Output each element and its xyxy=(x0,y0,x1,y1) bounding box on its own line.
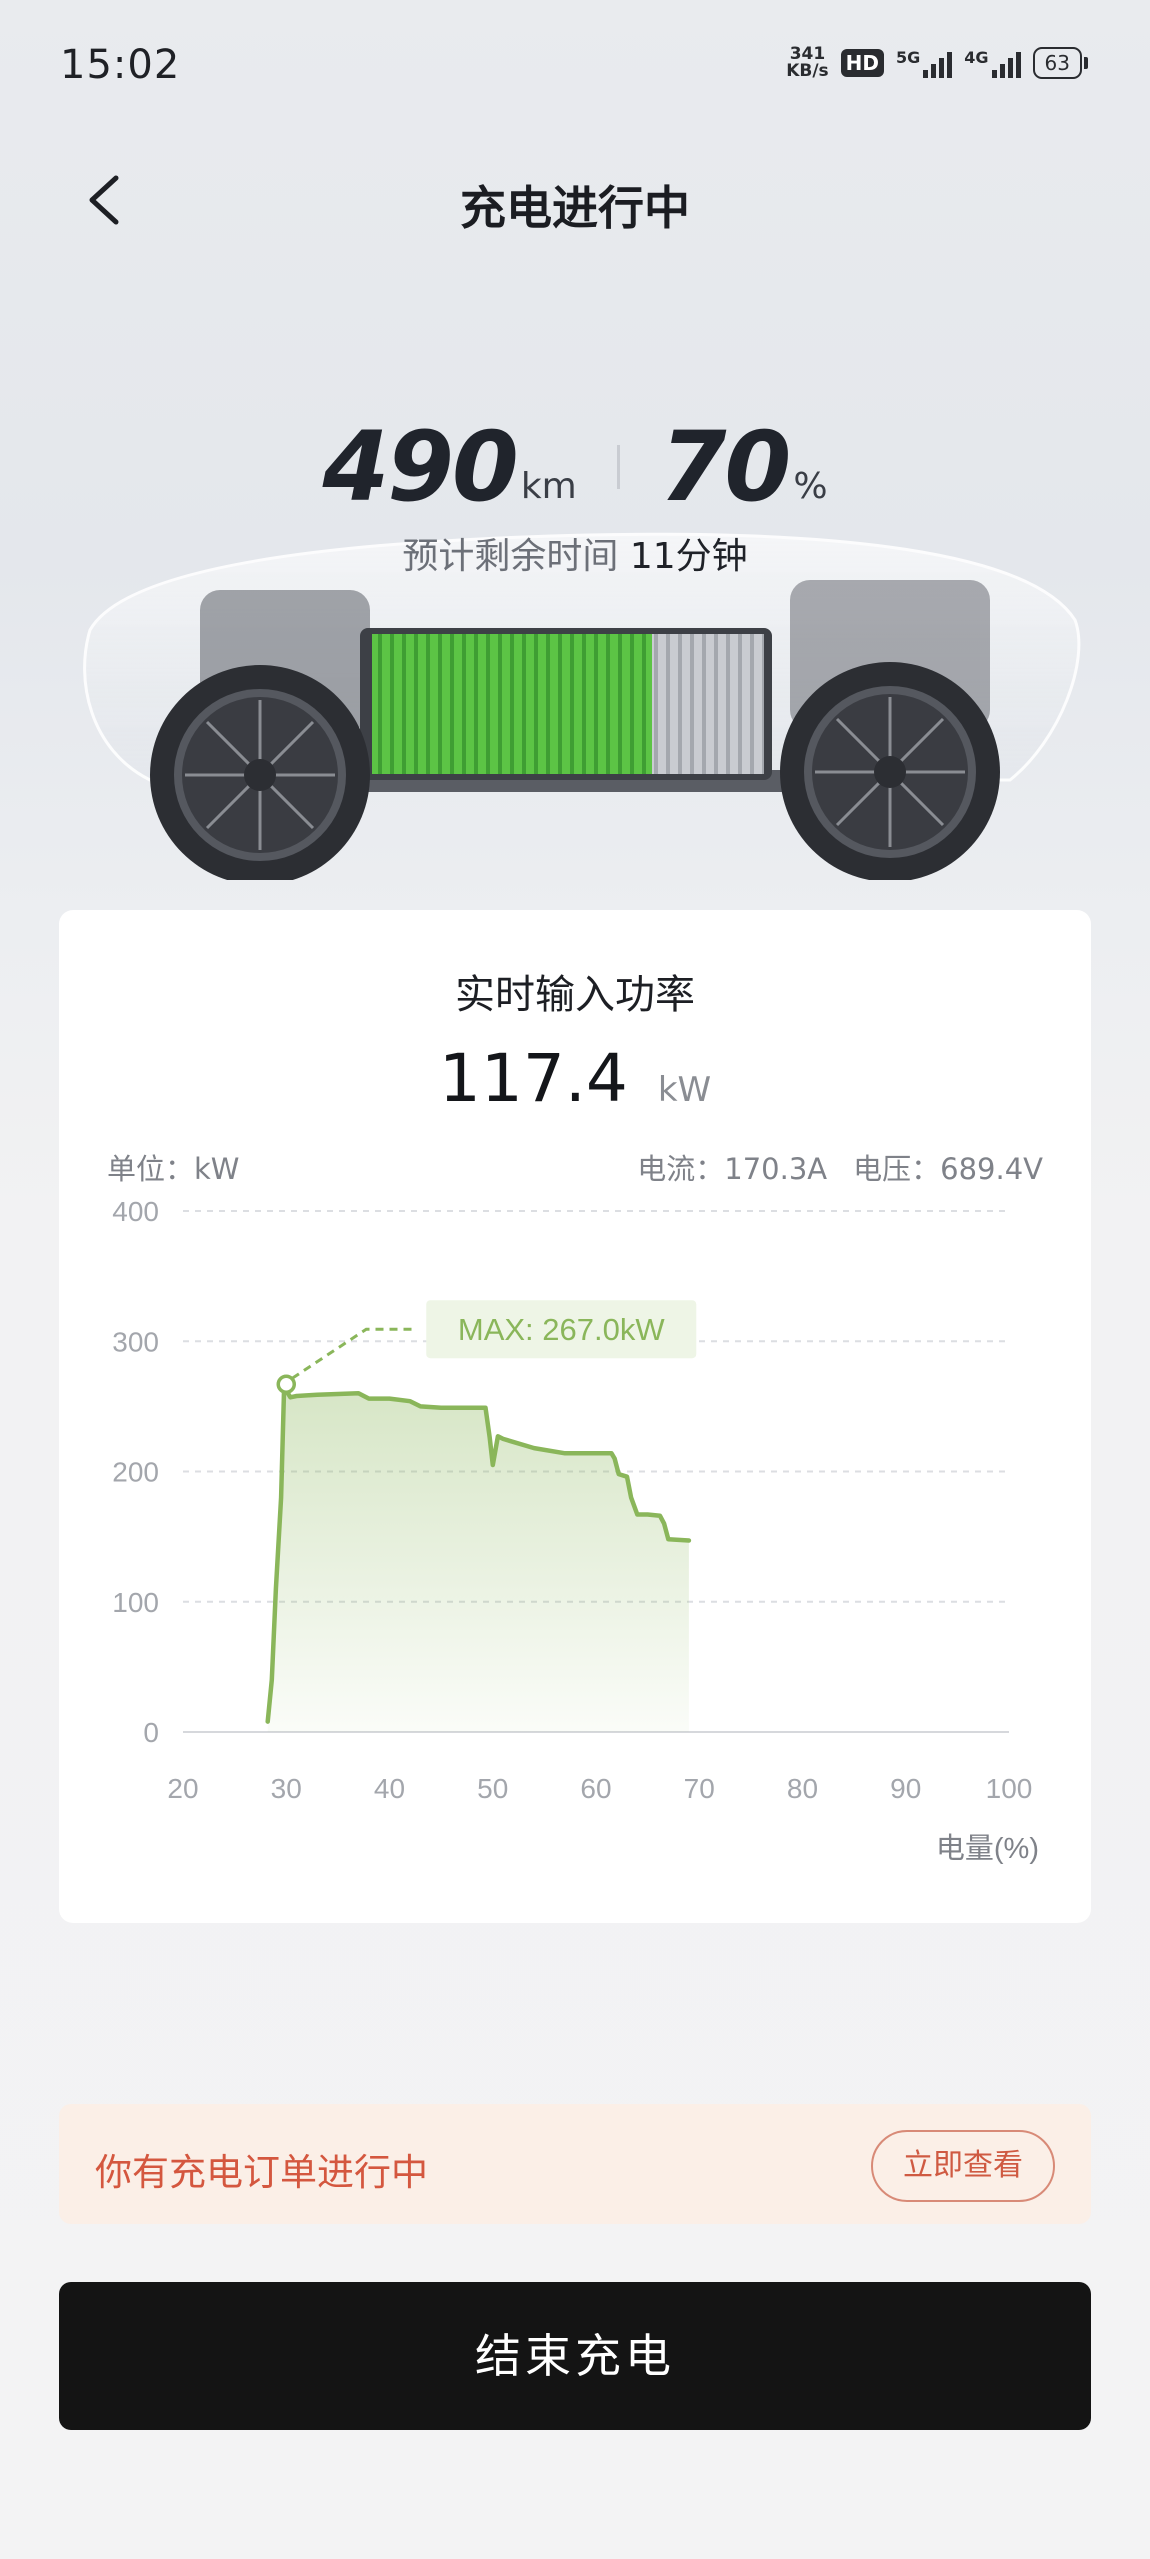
max-point-marker xyxy=(276,1374,296,1394)
range-unit: km xyxy=(520,466,577,507)
x-tick-label: 30 xyxy=(271,1773,302,1804)
x-tick-label: 70 xyxy=(684,1773,715,1804)
battery-icon: 63 xyxy=(1032,47,1088,79)
range-value: 490 xyxy=(322,411,518,523)
y-tick-label: 200 xyxy=(112,1457,159,1488)
charge-stats: 490 km 70 % xyxy=(0,405,1150,515)
front-wheel xyxy=(780,662,1000,880)
network-speed: 341 KB/s xyxy=(786,46,828,80)
remaining-time: 预计剩余时间 11分钟 xyxy=(0,527,1150,579)
signal-5g-label: 5G xyxy=(896,48,921,67)
power-card: 实时输入功率 117.4 kW 单位：kW 电流：170.3A 电压：689.4V … xyxy=(59,910,1091,1923)
battery-charged-section xyxy=(372,634,652,774)
network-speed-unit: KB/s xyxy=(786,61,829,81)
battery-level: 63 xyxy=(1032,47,1082,79)
x-tick-label: 20 xyxy=(167,1773,198,1804)
stats-divider xyxy=(616,445,620,489)
status-time: 15:02 xyxy=(60,42,181,88)
x-tick-label: 60 xyxy=(580,1773,611,1804)
x-tick-label: 50 xyxy=(477,1773,508,1804)
x-tick-label: 80 xyxy=(787,1773,818,1804)
x-tick-label: 90 xyxy=(890,1773,921,1804)
end-charging-button[interactable]: 结束充电 xyxy=(59,2282,1091,2430)
x-tick-label: 40 xyxy=(374,1773,405,1804)
x-axis-label: 电量(%) xyxy=(936,1832,1039,1865)
signal-4g-label: 4G xyxy=(964,48,989,67)
page-title: 充电进行中 xyxy=(460,181,690,235)
power-area xyxy=(267,1384,689,1732)
y-tick-label: 300 xyxy=(112,1326,159,1357)
remaining-time-label: 预计剩余时间 xyxy=(402,536,619,577)
y-tick-label: 100 xyxy=(112,1587,159,1618)
order-notice-text: 你有充电订单进行中 xyxy=(95,2151,428,2194)
view-order-button[interactable]: 立即查看 xyxy=(871,2130,1055,2202)
power-chart: 0 100 200 300 400 20 30 40 50 60 70 80 90 100 电量(%) MAX… xyxy=(112,1196,1039,1865)
battery-empty-section xyxy=(652,634,764,774)
x-tick-label: 100 xyxy=(986,1773,1033,1804)
header: 充电进行中 xyxy=(0,160,1150,240)
signal-5g-icon: 5G xyxy=(896,48,953,78)
y-tick-label: 0 xyxy=(143,1717,159,1748)
max-leader-line xyxy=(291,1327,415,1380)
hd-voice-icon: HD xyxy=(840,49,885,77)
soc-value: 70 xyxy=(659,411,792,523)
y-tick-label: 400 xyxy=(112,1196,159,1227)
soc-unit: % xyxy=(793,466,828,507)
remaining-time-value: 11分钟 xyxy=(629,536,748,577)
max-annotation-label: MAX: 267.0kW xyxy=(458,1312,665,1347)
order-notice: 你有充电订单进行中 立即查看 xyxy=(59,2104,1091,2224)
status-icons: 341 KB/s HD 5G 4G 63 xyxy=(786,46,1088,80)
status-bar: 15:02 341 KB/s HD 5G 4G 63 xyxy=(0,0,1150,140)
rear-wheel xyxy=(150,665,370,880)
signal-4g-icon: 4G xyxy=(964,48,1021,78)
